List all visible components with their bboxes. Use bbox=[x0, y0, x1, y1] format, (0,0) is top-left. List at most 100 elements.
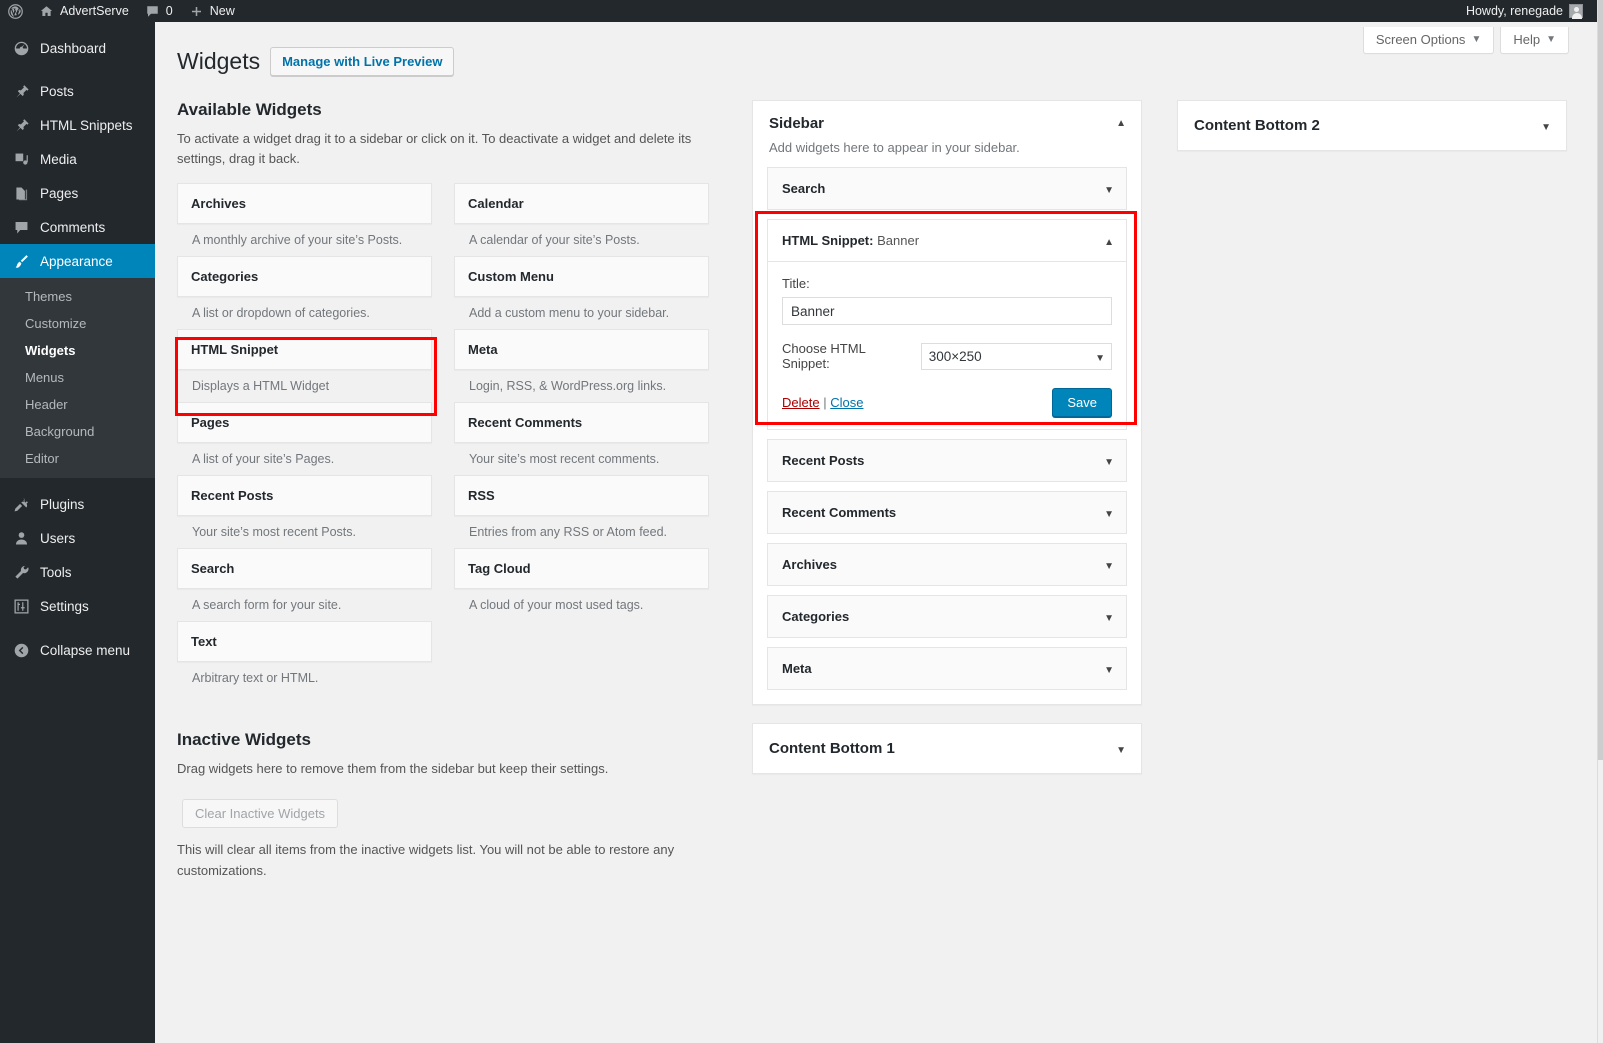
widget-description: Your site’s most recent Posts. bbox=[192, 525, 356, 540]
available-widget-html-snippet[interactable]: HTML Snippet bbox=[177, 329, 432, 371]
sidebar-item-plugins[interactable]: Plugins bbox=[0, 487, 155, 521]
sidebar-item-dashboard[interactable]: Dashboard bbox=[0, 31, 155, 65]
available-widget-text[interactable]: Text bbox=[177, 621, 432, 663]
page-scrollbar[interactable] bbox=[1597, 0, 1603, 1043]
chevron-down-icon[interactable]: ▼ bbox=[1104, 561, 1114, 572]
submenu-item-widgets[interactable]: Widgets bbox=[0, 337, 155, 364]
help-label: Help bbox=[1513, 32, 1541, 47]
widget-name: RSS bbox=[468, 488, 495, 504]
sidebar-item-tools[interactable]: Tools bbox=[0, 555, 155, 589]
comments-bubble[interactable]: 0 bbox=[137, 0, 181, 22]
new-content-menu[interactable]: New bbox=[181, 0, 243, 22]
page-scrollbar-thumb[interactable] bbox=[1598, 0, 1603, 760]
widget-description: A list of your site’s Pages. bbox=[192, 452, 335, 467]
submenu-item-background[interactable]: Background bbox=[0, 418, 155, 445]
sidebar-panel-header[interactable]: Sidebar Add widgets here to appear in yo… bbox=[753, 101, 1141, 167]
chevron-down-icon[interactable]: ▼ bbox=[1116, 745, 1126, 756]
submenu-item-editor[interactable]: Editor bbox=[0, 445, 155, 472]
sidebar-item-comments[interactable]: Comments bbox=[0, 210, 155, 244]
widget-row-header[interactable]: Meta ▼ bbox=[768, 648, 1126, 689]
widget-cell: HTML Snippet Displays a HTML Widget bbox=[177, 329, 432, 393]
help-tab[interactable]: Help ▼ bbox=[1500, 27, 1569, 54]
sidebar-item-settings[interactable]: Settings bbox=[0, 589, 155, 623]
submenu-item-customize[interactable]: Customize bbox=[0, 310, 155, 337]
sidebar-item-media[interactable]: Media bbox=[0, 142, 155, 176]
manage-with-live-preview-button[interactable]: Manage with Live Preview bbox=[270, 47, 455, 77]
content-bottom-2-panel: Content Bottom 2 ▼ bbox=[1177, 100, 1567, 151]
media-icon bbox=[11, 151, 31, 168]
available-widget-meta[interactable]: Meta bbox=[454, 329, 709, 371]
sidebar-item-pages[interactable]: Pages bbox=[0, 176, 155, 210]
available-widget-tag-cloud[interactable]: Tag Cloud bbox=[454, 548, 709, 590]
widget-row-header[interactable]: Archives ▼ bbox=[768, 544, 1126, 585]
chevron-down-icon[interactable]: ▼ bbox=[1104, 665, 1114, 676]
choose-snippet-select[interactable]: 300×250 bbox=[920, 342, 1112, 370]
delete-link[interactable]: Delete bbox=[782, 395, 820, 410]
chevron-down-icon[interactable]: ▼ bbox=[1104, 509, 1114, 520]
widget-row-title: Recent Posts bbox=[782, 453, 865, 468]
title-input[interactable] bbox=[782, 297, 1112, 325]
submenu-item-header[interactable]: Header bbox=[0, 391, 155, 418]
widget-row-header[interactable]: Search ▼ bbox=[768, 168, 1126, 209]
plug-icon bbox=[11, 496, 31, 513]
chevron-up-icon[interactable]: ▲ bbox=[1104, 237, 1114, 248]
close-link[interactable]: Close bbox=[830, 395, 863, 410]
wp-logo-menu[interactable] bbox=[0, 0, 31, 22]
submenu-item-menus[interactable]: Menus bbox=[0, 364, 155, 391]
my-account-menu[interactable]: Howdy, renegade bbox=[1458, 0, 1587, 22]
available-widget-pages[interactable]: Pages bbox=[177, 402, 432, 444]
widget-row-header[interactable]: Categories ▼ bbox=[768, 596, 1126, 637]
available-widget-archives[interactable]: Archives bbox=[177, 183, 432, 225]
widget-row-header[interactable]: HTML Snippet: Banner ▲ bbox=[768, 220, 1126, 261]
widget-row-header[interactable]: Recent Comments ▼ bbox=[768, 492, 1126, 533]
chevron-up-icon[interactable]: ▲ bbox=[1116, 119, 1126, 129]
available-widget-recent-posts[interactable]: Recent Posts bbox=[177, 475, 432, 517]
available-widget-rss[interactable]: RSS bbox=[454, 475, 709, 517]
content-bottom-1-header[interactable]: Content Bottom 1 ▼ bbox=[753, 724, 1141, 773]
choose-snippet-row: Choose HTML Snippet: 300×250 ▼ bbox=[782, 341, 1112, 371]
screen-options-tab[interactable]: Screen Options ▼ bbox=[1362, 27, 1495, 54]
widget-name: Pages bbox=[191, 415, 230, 431]
sidebar-item-label: Comments bbox=[40, 219, 106, 235]
new-label: New bbox=[209, 4, 235, 18]
sidebar-item-html-snippets[interactable]: HTML Snippets bbox=[0, 108, 155, 142]
submenu-item-themes[interactable]: Themes bbox=[0, 283, 155, 310]
widget-cell: Categories A list or dropdown of categori… bbox=[177, 256, 432, 320]
pin-icon bbox=[11, 83, 31, 100]
available-widget-recent-comments[interactable]: Recent Comments bbox=[454, 402, 709, 444]
widget-row-title: Archives bbox=[782, 557, 837, 572]
chevron-down-icon[interactable]: ▼ bbox=[1104, 185, 1114, 196]
widget-row-header[interactable]: Recent Posts ▼ bbox=[768, 440, 1126, 481]
site-name-menu[interactable]: AdvertServe bbox=[31, 0, 137, 22]
widget-description: A monthly archive of your site’s Posts. bbox=[192, 233, 403, 248]
sidebar-item-users[interactable]: Users bbox=[0, 521, 155, 555]
widget-row-title: Categories bbox=[782, 609, 850, 624]
available-widget-search[interactable]: Search bbox=[177, 548, 432, 590]
choose-snippet-label: Choose HTML Snippet: bbox=[782, 341, 866, 371]
plus-icon bbox=[189, 4, 204, 19]
chevron-down-icon: ▼ bbox=[1471, 34, 1482, 45]
sidebar-widget-search: Search ▼ bbox=[767, 167, 1127, 210]
sidebar-item-posts[interactable]: Posts bbox=[0, 74, 155, 108]
sidebar-widget-categories: Categories ▼ bbox=[767, 595, 1127, 638]
user-icon bbox=[11, 530, 31, 547]
screen-options-label: Screen Options bbox=[1375, 32, 1466, 47]
sidebar-widget-archives: Archives ▼ bbox=[767, 543, 1127, 586]
collapse-menu-button[interactable]: Collapse menu bbox=[0, 633, 155, 667]
available-widget-calendar[interactable]: Calendar bbox=[454, 183, 709, 225]
content-bottom-2-title: Content Bottom 2 bbox=[1194, 117, 1320, 134]
chevron-down-icon[interactable]: ▼ bbox=[1541, 122, 1551, 133]
available-widget-custom-menu[interactable]: Custom Menu bbox=[454, 256, 709, 298]
pages-icon bbox=[11, 185, 31, 202]
sidebar-item-appearance[interactable]: Appearance bbox=[0, 244, 163, 278]
content-bottom-2-header[interactable]: Content Bottom 2 ▼ bbox=[1178, 101, 1566, 150]
widget-cell: RSS Entries from any RSS or Atom feed. bbox=[454, 475, 709, 539]
widget-name: Recent Comments bbox=[468, 415, 583, 431]
sidebar-widget-recent-posts: Recent Posts ▼ bbox=[767, 439, 1127, 482]
chevron-down-icon[interactable]: ▼ bbox=[1104, 613, 1114, 624]
clear-inactive-widgets-button[interactable]: Clear Inactive Widgets bbox=[182, 799, 339, 829]
widget-description: Displays a HTML Widget bbox=[192, 379, 330, 394]
available-widget-categories[interactable]: Categories bbox=[177, 256, 432, 298]
save-button[interactable]: Save bbox=[1052, 388, 1112, 417]
chevron-down-icon[interactable]: ▼ bbox=[1104, 457, 1114, 468]
